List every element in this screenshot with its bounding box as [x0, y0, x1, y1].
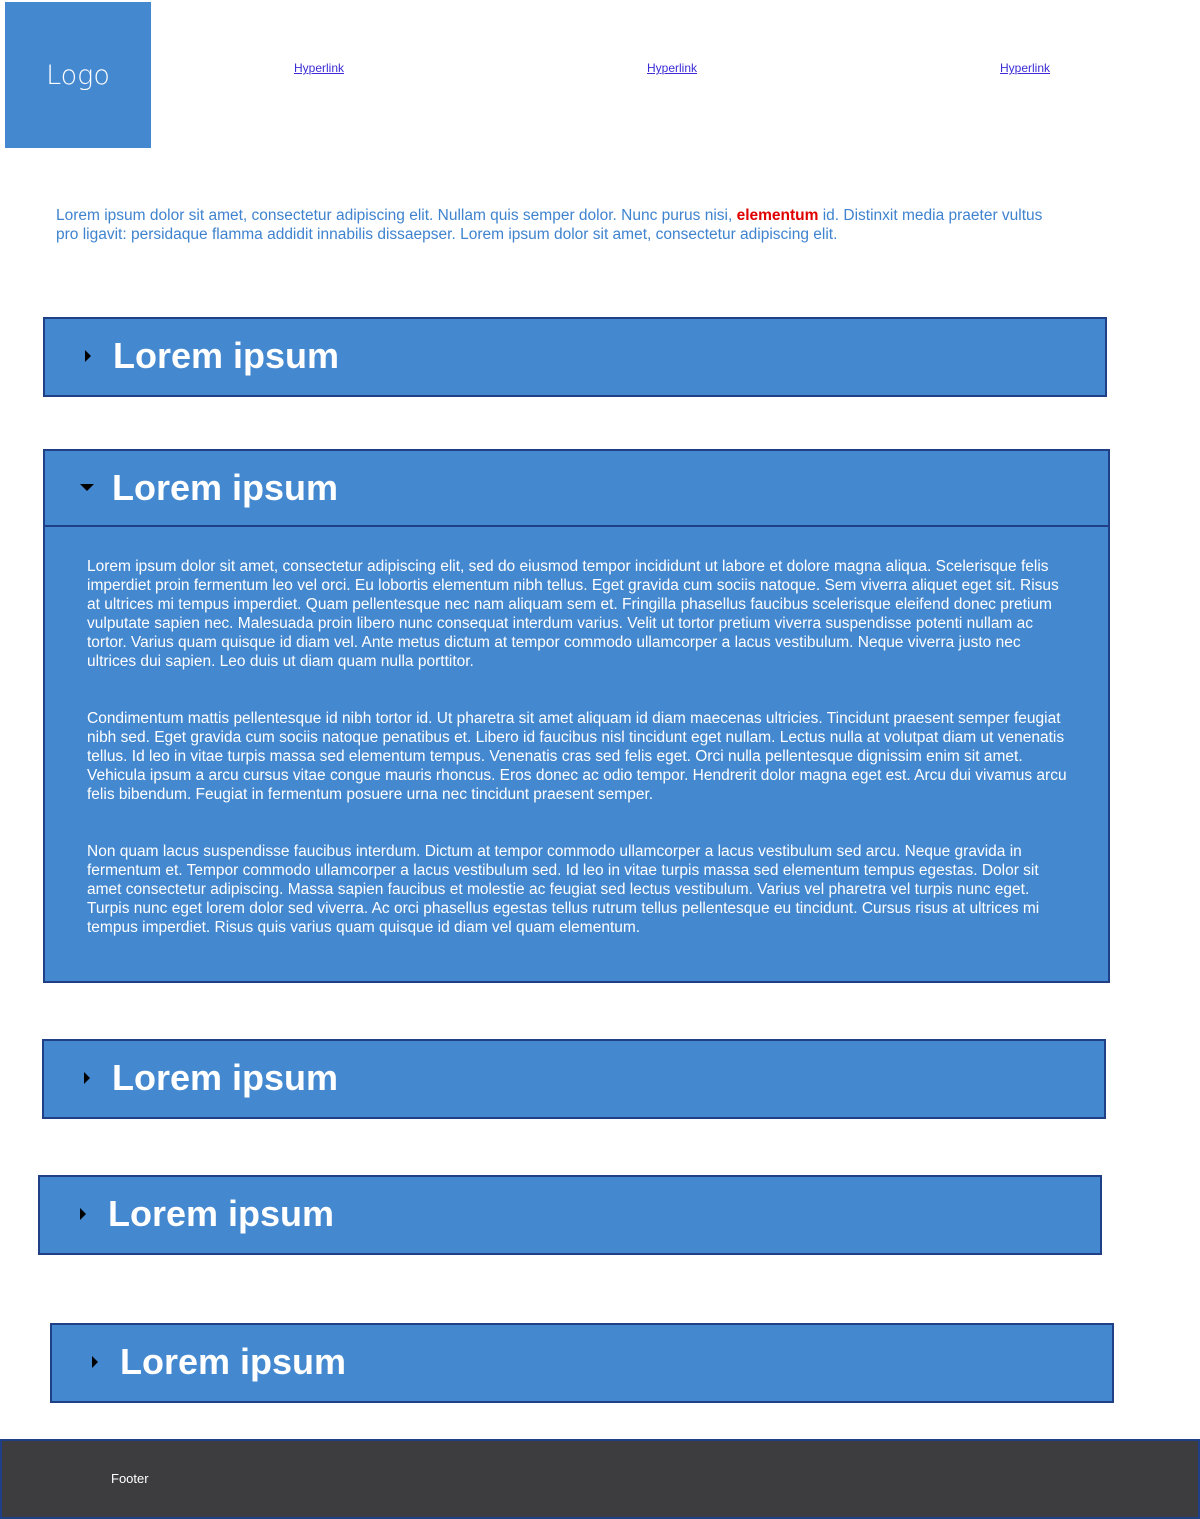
intro-text-start: Lorem ipsum dolor sit amet, consectetur … [56, 207, 737, 224]
footer: Footer [0, 1439, 1200, 1519]
accordion-header-1[interactable]: Lorem ipsum [45, 319, 1105, 393]
accordion-item-4: Lorem ipsum [38, 1175, 1102, 1255]
caret-right-icon [85, 350, 91, 362]
accordion-title: Lorem ipsum [120, 1341, 347, 1382]
nav-link-2[interactable]: Hyperlink [647, 61, 697, 75]
accordion-title: Lorem ipsum [108, 1193, 335, 1234]
accordion-title: Lorem ipsum [112, 1057, 339, 1098]
accordion-panel: Lorem ipsum dolor sit amet, consectetur … [45, 525, 1108, 937]
accordion-item-1: Lorem ipsum [43, 317, 1107, 397]
panel-paragraph: Condimentum mattis pellentesque id nibh … [87, 710, 1067, 803]
intro-highlight: elementum [736, 207, 819, 224]
logo[interactable]: Logo [5, 2, 151, 148]
accordion-title: Lorem ipsum [112, 467, 339, 508]
accordion-header-4[interactable]: Lorem ipsum [40, 1177, 1100, 1251]
nav-link-3[interactable]: Hyperlink [1000, 61, 1050, 75]
nav-link-1[interactable]: Hyperlink [294, 61, 344, 75]
footer-text: Footer [111, 1471, 149, 1486]
caret-down-icon [80, 484, 94, 491]
caret-right-icon [84, 1072, 90, 1084]
accordion-item-2: Lorem ipsum Lorem ipsum dolor sit amet, … [43, 449, 1110, 983]
accordion-header-3[interactable]: Lorem ipsum [44, 1041, 1104, 1115]
accordion-item-3: Lorem ipsum [42, 1039, 1106, 1119]
accordion-title: Lorem ipsum [113, 335, 340, 376]
caret-right-icon [92, 1356, 98, 1368]
caret-right-icon [80, 1208, 86, 1220]
panel-paragraph: Lorem ipsum dolor sit amet, consectetur … [87, 558, 1059, 670]
panel-paragraph: Non quam lacus suspendisse faucibus inte… [87, 843, 1040, 936]
logo-text: Logo [46, 59, 110, 91]
accordion-header-5[interactable]: Lorem ipsum [52, 1325, 1112, 1399]
accordion-item-5: Lorem ipsum [50, 1323, 1114, 1403]
accordion-header-2[interactable]: Lorem ipsum [45, 451, 1108, 525]
intro-text: Lorem ipsum dolor sit amet, consectetur … [56, 206, 1056, 244]
